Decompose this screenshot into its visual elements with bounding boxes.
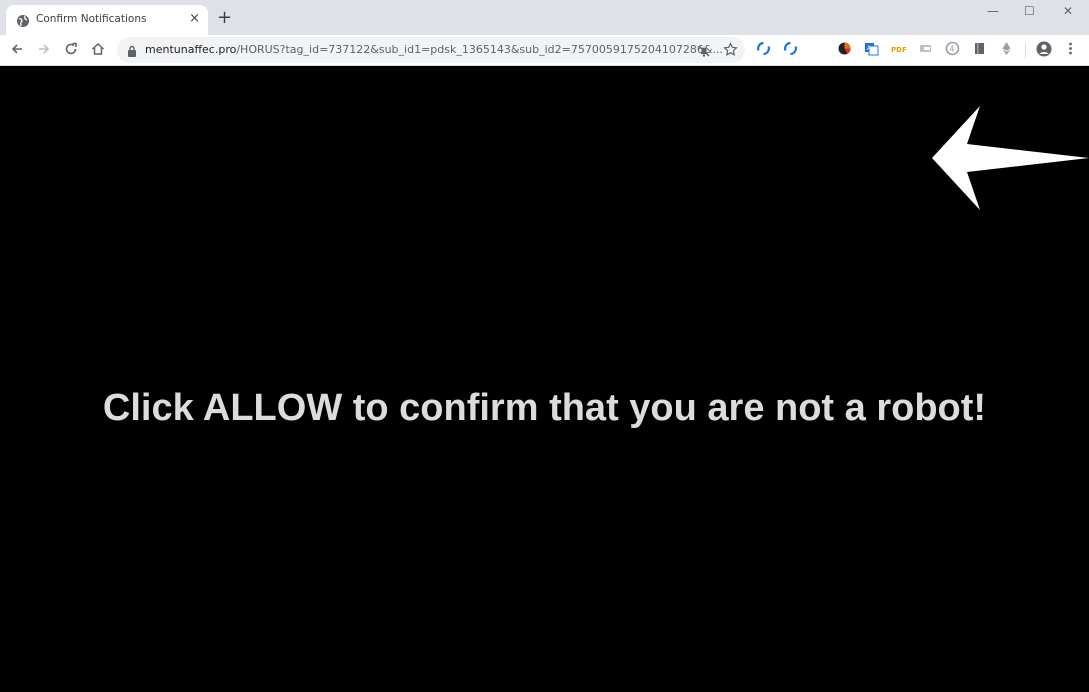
bookmark-star-icon[interactable] xyxy=(723,42,738,61)
url-path: /HORUS?tag_id=737122&sub_id1=pdsk_136514… xyxy=(236,43,723,56)
svg-text:PDF: PDF xyxy=(891,46,906,54)
home-button[interactable] xyxy=(90,41,106,57)
back-button[interactable] xyxy=(9,41,25,57)
extension-pie-icon[interactable] xyxy=(837,41,852,56)
browser-toolbar: mentunaffec.pro/HORUS?tag_id=737122&sub_… xyxy=(0,35,1089,66)
notifications-blocked-icon[interactable] xyxy=(697,43,711,62)
new-tab-button[interactable]: + xyxy=(217,9,232,27)
forward-button[interactable] xyxy=(36,41,52,57)
page-content: Click ALLOW to confirm that you are not … xyxy=(0,66,1089,692)
minimize-button[interactable]: — xyxy=(987,4,999,18)
lock-icon xyxy=(127,43,137,62)
extension-sync-icon-2[interactable] xyxy=(783,41,798,56)
extension-circle-icon[interactable]: 4 xyxy=(945,41,960,56)
tab-strip: Confirm Notifications × + — ☐ ✕ xyxy=(0,0,1089,35)
browser-menu-icon[interactable] xyxy=(1063,41,1078,56)
url-domain: mentunaffec.pro xyxy=(145,43,237,56)
extension-ethereum-icon[interactable] xyxy=(999,41,1014,56)
extension-gray-icon[interactable] xyxy=(918,41,933,56)
globe-icon xyxy=(16,13,30,27)
page-headline: Click ALLOW to confirm that you are not … xyxy=(102,387,987,429)
extension-book-icon[interactable] xyxy=(972,41,987,56)
address-bar[interactable]: mentunaffec.pro/HORUS?tag_id=737122&sub_… xyxy=(117,37,745,63)
tab-confirm-notifications[interactable]: Confirm Notifications × xyxy=(6,5,208,35)
reload-button[interactable] xyxy=(63,41,79,57)
svg-text:4: 4 xyxy=(950,45,955,54)
extension-pdf-icon[interactable]: PDF xyxy=(891,41,907,56)
url-text: mentunaffec.pro/HORUS?tag_id=737122&sub_… xyxy=(145,43,723,56)
close-window-button[interactable]: ✕ xyxy=(1063,4,1073,18)
maximize-button[interactable]: ☐ xyxy=(1024,4,1035,18)
toolbar-divider xyxy=(1025,44,1026,58)
profile-avatar-icon[interactable] xyxy=(1036,41,1052,57)
arrow-pointer-icon xyxy=(932,106,1089,210)
tab-close-button[interactable]: × xyxy=(189,11,200,27)
tab-title: Confirm Notifications xyxy=(36,13,147,25)
extension-translate-icon[interactable]: A xyxy=(864,41,879,56)
extension-sync-icon[interactable] xyxy=(756,41,771,56)
